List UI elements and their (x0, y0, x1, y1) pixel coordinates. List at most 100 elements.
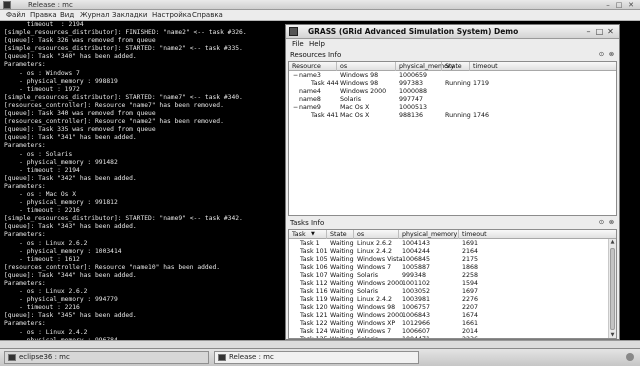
menu-help[interactable]: Справка (192, 11, 223, 19)
grass-minimize-icon[interactable]: – (584, 27, 593, 36)
resource-task-row[interactable]: Task 444 Windows 98 997383 Running 1719 (289, 80, 616, 88)
terminal-line: [simple_resources_distributor]: STARTED:… (4, 45, 243, 53)
resource-row[interactable]: name8 Solaris 997747 (289, 96, 616, 104)
menu-journal[interactable]: Журнал (80, 11, 109, 19)
task-row[interactable]: Task 121 Waiting Windows 2000 1006843 1674 (289, 312, 616, 320)
task-row[interactable]: Task 120 Waiting Windows 98 1006757 2207 (289, 304, 616, 312)
resource-row[interactable]: − name9 Mac Os X 1000513 (289, 104, 616, 112)
task-row[interactable]: Task 119 Waiting Linux 2.4.2 1003981 2276 (289, 296, 616, 304)
task-row[interactable]: Task 122 Waiting Windows XP 1012966 1661 (289, 320, 616, 328)
task-row[interactable]: Task 125WaitingSolaris 1004471 2236 (289, 336, 616, 338)
task-row[interactable]: Task 116 Waiting Solaris 1003052 1697 (289, 288, 616, 296)
resource-row[interactable]: − name3 Windows 98 1000659 (289, 72, 616, 80)
task-state: Waiting (330, 280, 354, 287)
terminal-line: - timeout : 2216 (4, 207, 80, 215)
resources-float-icon[interactable]: ⊙ (598, 51, 605, 58)
expand-toggle-icon[interactable]: − (293, 104, 298, 112)
task-row[interactable]: Task 107 Waiting Solaris 999348 2258 (289, 272, 616, 280)
task-timeout: 2014 (462, 328, 479, 335)
task-timeout: 2258 (462, 272, 479, 279)
task-memory: 1004143 (402, 240, 431, 247)
tasks-info-header: Tasks Info ⊙ ⊗ (288, 218, 617, 228)
menu-settings[interactable]: Настройка (152, 11, 191, 19)
col-os[interactable]: os (340, 63, 347, 70)
tray-icon[interactable] (626, 353, 634, 361)
task-memory: 1006607 (402, 328, 431, 335)
col-task[interactable]: Task (292, 231, 306, 238)
task-state: Waiting (330, 248, 354, 255)
resource-os: Solaris (340, 96, 362, 103)
resource-os: Windows 98 (340, 80, 379, 87)
grass-menu-file[interactable]: File (292, 40, 304, 48)
terminal-line: - physical_memory : 991812 (4, 199, 118, 207)
task-timeout: 1868 (462, 264, 479, 271)
task-timeout: 2164 (462, 248, 479, 255)
col-task-timeout[interactable]: timeout (462, 231, 487, 238)
terminal-line: - timeout : 1972 (4, 85, 80, 93)
resource-os: Windows 98 (340, 72, 379, 79)
terminal-line: Parameters: (4, 320, 46, 328)
task-os: Windows XP (357, 320, 396, 327)
resource-timeout: 1746 (473, 112, 490, 119)
task-state: Waiting (330, 328, 354, 335)
resource-name: name8 (299, 96, 321, 103)
menu-edit[interactable]: Правка (30, 11, 57, 19)
taskbar-item-eclipse[interactable]: eclipse36 : mc (4, 351, 209, 364)
terminal-output[interactable]: timeout : 2194 [simple_resources_distribu… (0, 21, 285, 340)
col-task-state[interactable]: State (330, 231, 347, 238)
tasks-scrollbar[interactable]: ▲ ▼ (608, 239, 616, 338)
col-resource[interactable]: Resource (292, 63, 321, 70)
resource-os: Mac Os X (340, 112, 370, 119)
maximize-icon[interactable]: □ (615, 1, 623, 9)
task-row[interactable]: Task 1 Waiting Linux 2.6.2 1004143 1691 (289, 240, 616, 248)
resource-memory: 1000088 (399, 88, 428, 95)
task-memory: 1003052 (402, 288, 431, 295)
terminal-line: - physical_memory : 991482 (4, 158, 118, 166)
expand-toggle-icon[interactable]: − (293, 72, 298, 80)
task-timeout: 2175 (462, 256, 479, 263)
task-row[interactable]: Task 106 Waiting Windows 7 1005887 1868 (289, 264, 616, 272)
taskbar-item-release[interactable]: Release : mc (214, 351, 419, 364)
col-task-physical-memory[interactable]: physical_memory (402, 231, 457, 238)
terminal-line: - os : Windows 7 (4, 69, 80, 77)
scroll-up-icon[interactable]: ▲ (609, 239, 616, 246)
task-row[interactable]: Task 112 Waiting Windows 2000 1001102 1594 (289, 280, 616, 288)
menu-file[interactable]: Файл (6, 11, 25, 19)
menu-bookmarks[interactable]: Закладки (112, 11, 147, 19)
grass-close-icon[interactable]: ✕ (606, 27, 615, 36)
menu-view[interactable]: Вид (60, 11, 74, 19)
terminal-line: [queue]: Task 335 was removed from queue (4, 126, 156, 134)
grass-app-icon[interactable] (289, 27, 298, 36)
resource-name: name3 (299, 72, 321, 79)
minimize-icon[interactable]: – (604, 1, 612, 9)
grass-menu-help[interactable]: Help (309, 40, 325, 48)
resource-name: name9 (299, 104, 321, 111)
task-row[interactable]: Task 124 Waiting Windows 7 1006607 2014 (289, 328, 616, 336)
task-timeout: 1661 (462, 320, 479, 327)
task-row[interactable]: Task 101 Waiting Linux 2.4.2 1004244 2164 (289, 248, 616, 256)
scrollbar-thumb[interactable] (610, 248, 615, 330)
resources-close-icon[interactable]: ⊗ (608, 51, 615, 58)
task-memory: 1004471 (402, 336, 430, 338)
task-name: Task 106 (300, 264, 328, 271)
sort-down-icon[interactable]: ▼ (311, 231, 315, 237)
col-timeout[interactable]: timeout (473, 63, 498, 70)
task-state: Waiting (330, 336, 354, 338)
tasks-close-icon[interactable]: ⊗ (608, 219, 615, 226)
tasks-table[interactable]: Task ▼ State os physical_memory timeout … (288, 229, 617, 339)
close-icon[interactable]: ✕ (627, 1, 635, 9)
col-state[interactable]: State (445, 63, 462, 70)
resource-row[interactable]: name4 Windows 2000 1000088 (289, 88, 616, 96)
task-row[interactable]: Task 105 Waiting Windows Vista 1006845 2175 (289, 256, 616, 264)
resource-task-row[interactable]: Task 441 Mac Os X 988136 Running 1746 (289, 112, 616, 120)
resources-info-header: Resources Info ⊙ ⊗ (288, 50, 617, 60)
terminal-line: timeout : 2194 (4, 21, 84, 28)
tasks-float-icon[interactable]: ⊙ (598, 219, 605, 226)
scroll-down-icon[interactable]: ▼ (609, 332, 616, 338)
col-task-os[interactable]: os (357, 231, 364, 238)
grass-maximize-icon[interactable]: □ (595, 27, 604, 36)
task-name: Task 112 (300, 280, 328, 287)
resources-tree[interactable]: Resource os physical_memory State timeou… (288, 61, 617, 216)
terminal-app-icon[interactable] (3, 1, 11, 9)
task-state: Waiting (330, 240, 354, 247)
